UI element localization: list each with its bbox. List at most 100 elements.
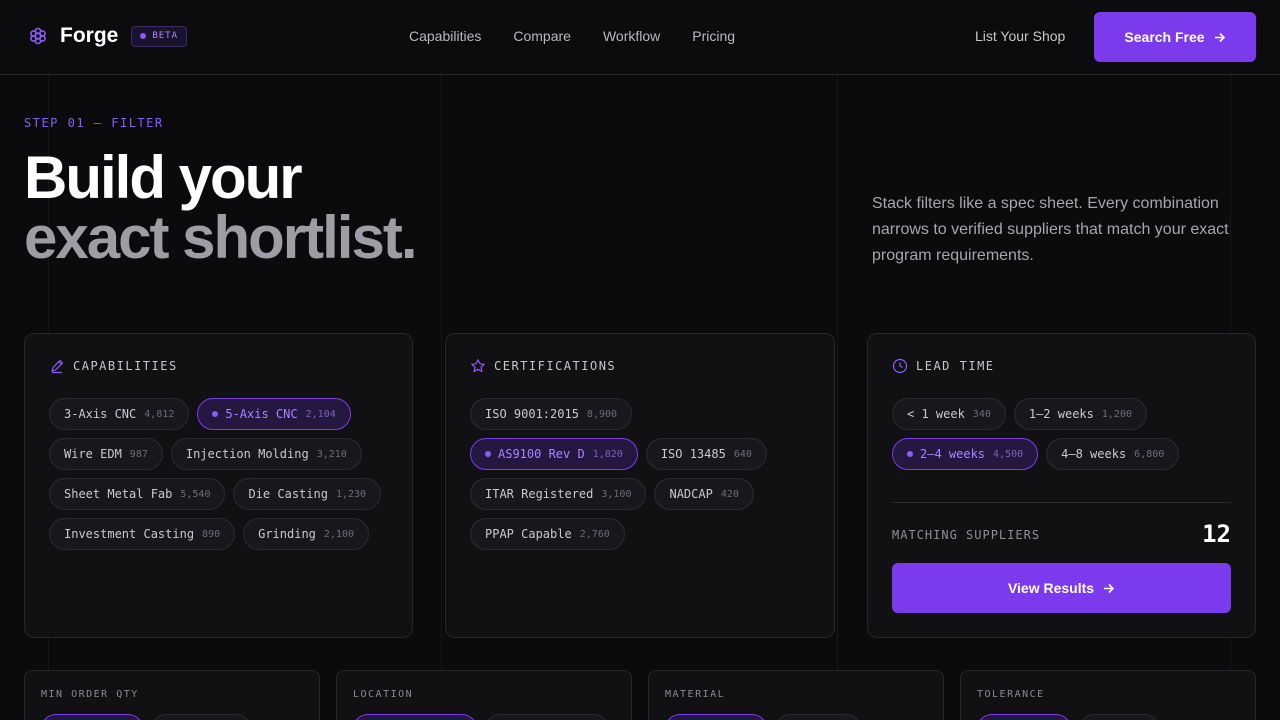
chip-count: 987 [129, 448, 148, 460]
chip-label: < 1 week [907, 407, 965, 421]
filter-chip[interactable]: NADCAP 420 [654, 478, 754, 510]
filter-chip[interactable]: ISO 13485 640 [645, 438, 767, 470]
beta-badge: BETA [131, 25, 188, 47]
nav-link-compare[interactable]: Compare [513, 28, 571, 44]
chip-count: 1,820 [592, 448, 623, 460]
chip-count: 2,100 [323, 528, 355, 540]
filter-chip[interactable]: Wire EDM 987 [49, 438, 163, 470]
chip-count: 8,900 [586, 408, 618, 420]
pencil-icon [51, 359, 64, 374]
filter-chip[interactable]: 4–8 weeks 6,800 [1046, 438, 1180, 470]
selected-dot-icon [485, 451, 491, 457]
divider [892, 502, 1231, 503]
chip-count: 890 [202, 528, 221, 540]
selected-dot-icon [212, 411, 219, 417]
filter-chip[interactable]: 3-Axis CNC 4,812 [49, 398, 190, 430]
certifications-chips: ISO 9001:2015 8,900 AS9100 Rev D 1,820 ISO 1… [470, 398, 814, 558]
chip-count: 420 [720, 488, 739, 500]
chip-count: 340 [972, 408, 991, 420]
filter-chip[interactable]: AS9100 Rev D 1,820 [470, 438, 638, 470]
chip-label: ISO 13485 [660, 447, 726, 461]
hero-title-line1: Build your [24, 144, 303, 211]
filter-chip[interactable]: Injection Molding 3,210 [170, 438, 362, 470]
chip-label: Sheet Metal Fab [64, 487, 173, 501]
filter-chip[interactable]: < 1 week 340 [892, 398, 1006, 430]
view-results-button[interactable]: View Results [892, 563, 1231, 613]
filter-chip[interactable] [41, 714, 143, 720]
capabilities-chips: 3-Axis CNC 4,812 5-Axis CNC 2,104 Wire EDM 98… [49, 398, 392, 558]
hero-description: Stack filters like a spec sheet. Every c… [872, 195, 1229, 264]
certifications-card: CERTIFICATIONS ISO 9001:2015 8,900 AS9100 … [445, 333, 835, 638]
filter-chip[interactable] [977, 714, 1071, 720]
filter-chip[interactable]: 5-Axis CNC 2,104 [197, 398, 351, 430]
filter-chip[interactable] [485, 714, 609, 720]
certifications-title: CERTIFICATIONS [494, 359, 617, 373]
chip-label: AS9100 Rev D [498, 447, 585, 461]
chip-label: PPAP Capable [485, 527, 572, 541]
chip-count: 2,104 [305, 408, 336, 420]
chip-label: 4–8 weeks [1061, 447, 1127, 461]
min-order-label: MIN ORDER QTY [41, 689, 139, 700]
chip-count: 2,760 [579, 528, 610, 540]
filter-chip[interactable] [353, 714, 477, 720]
chip-label: 5-Axis CNC [225, 407, 298, 421]
list-your-shop-link[interactable]: List Your Shop [975, 28, 1065, 44]
search-free-label: Search Free [1124, 29, 1205, 45]
filter-chip[interactable]: ITAR Registered 3,100 [470, 478, 647, 510]
filter-chip[interactable]: 1–2 weeks 1,200 [1013, 398, 1147, 430]
filter-chip[interactable]: Die Casting 1,230 [233, 478, 382, 510]
filter-chip[interactable]: ISO 9001:2015 8,900 [470, 398, 633, 430]
lead-time-header: LEAD TIME [892, 358, 995, 374]
filter-chip[interactable] [151, 714, 251, 720]
chip-label: NADCAP [669, 487, 713, 501]
chip-label: ISO 9001:2015 [485, 407, 579, 421]
search-free-button[interactable]: Search Free [1094, 12, 1256, 62]
nav-link-workflow[interactable]: Workflow [603, 28, 660, 44]
chip-count: 6,800 [1134, 448, 1165, 460]
lead-time-chips: < 1 week 340 1–2 weeks 1,200 2–4 weeks 4,500 4… [892, 398, 1235, 478]
filter-chip[interactable]: PPAP Capable 2,760 [470, 518, 625, 550]
filter-chip[interactable] [1079, 714, 1159, 720]
chip-label: Investment Casting [64, 527, 195, 541]
nav-link-pricing[interactable]: Pricing [692, 28, 735, 44]
chip-count: 1,200 [1101, 408, 1132, 420]
filter-chip[interactable]: Investment Casting 890 [49, 518, 236, 550]
top-nav: Forge BETA Capabilities Compare Workflow… [0, 0, 1280, 75]
chip-label: Die Casting [248, 487, 328, 501]
matching-suppliers-label: MATCHING SUPPLIERS [892, 528, 1041, 542]
tolerance-card: TOLERANCE [960, 670, 1256, 720]
nav-link-capabilities[interactable]: Capabilities [409, 28, 481, 44]
chip-count: 5,540 [180, 488, 211, 500]
brand-name: Forge [60, 24, 119, 47]
filter-chip[interactable] [665, 714, 767, 720]
material-label: MATERIAL [665, 689, 726, 700]
min-order-card: MIN ORDER QTY [24, 670, 320, 720]
filter-chip[interactable]: Sheet Metal Fab 5,540 [49, 478, 226, 510]
filter-chip[interactable]: 2–4 weeks 4,500 [892, 438, 1039, 470]
selected-dot-icon [907, 451, 913, 457]
clock-icon [892, 358, 908, 374]
chip-label: 2–4 weeks [920, 447, 986, 461]
chip-label: Grinding [258, 527, 316, 541]
material-card: MATERIAL [648, 670, 944, 720]
view-results-label: View Results [1007, 580, 1095, 596]
capabilities-title: CAPABILITIES [73, 359, 178, 373]
chip-label: ITAR Registered [485, 487, 594, 501]
brand[interactable]: Forge BETA [28, 24, 188, 48]
step-eyebrow: STEP 01 — FILTER [24, 116, 164, 130]
filter-chip[interactable]: Grinding 2,100 [243, 518, 370, 550]
chip-count: 640 [733, 448, 752, 460]
hero-title: Build your exact shortlist. [24, 144, 417, 271]
hero-title-line2: exact shortlist. [24, 204, 417, 271]
nav-links: Capabilities Compare Workflow Pricing [409, 28, 767, 44]
filter-chip[interactable] [775, 714, 861, 720]
lead-time-title: LEAD TIME [916, 359, 995, 373]
certifications-header: CERTIFICATIONS [470, 358, 616, 374]
chip-label: Injection Molding [185, 447, 309, 461]
tolerance-label: TOLERANCE [977, 689, 1045, 700]
chip-count: 3,100 [601, 488, 632, 500]
lead-time-card: LEAD TIME < 1 week 340 1–2 weeks 1,200 2–4 w… [867, 333, 1256, 638]
capabilities-header: CAPABILITIES [49, 358, 178, 374]
star-icon [471, 359, 485, 373]
chip-label: 1–2 weeks [1028, 407, 1094, 421]
